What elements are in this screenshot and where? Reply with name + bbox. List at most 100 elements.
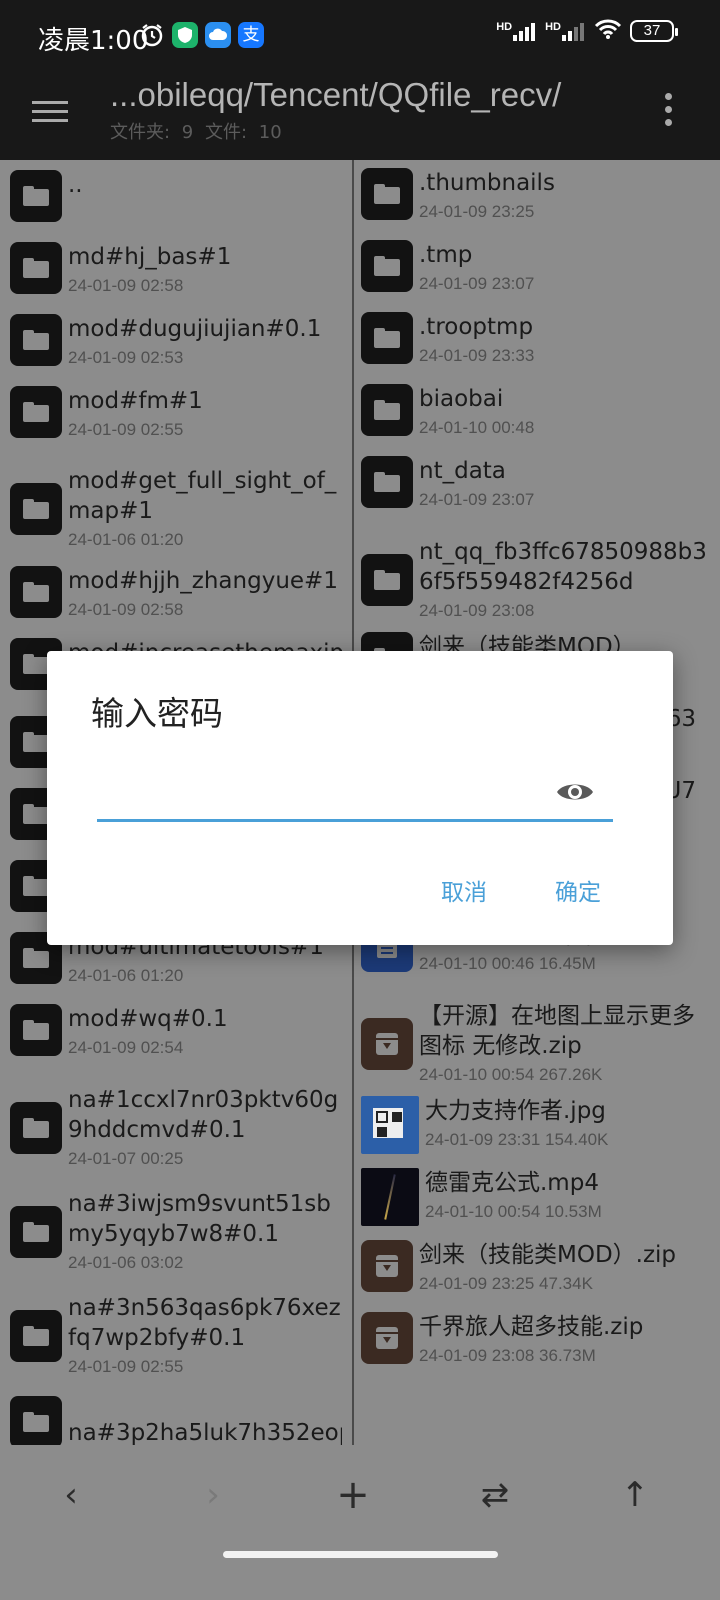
file-meta: 24-01-10 00:48 [419,418,535,437]
app-bar: ...obileqq/Tencent/QQfile_recv/ 文件夹: 9 文… [0,72,720,160]
file-row[interactable]: .trooptmp 24-01-09 23:33 [354,312,720,384]
file-meta: 24-01-09 02:58 [68,276,184,295]
file-row[interactable]: na#3p2ha5luk7h352eop8 [0,1388,352,1445]
file-name: mod#hjjh_zhangyue#1 [68,568,338,594]
folder-icon [361,312,413,364]
cloud-app-icon [205,22,231,48]
file-row[interactable]: nt_qq_fb3ffc67850988b36f5f559482f4256d 24… [354,528,720,632]
file-meta: 24-01-09 23:31 154.40K [425,1130,609,1149]
folder-file-count: 文件夹: 9 文件: 10 [110,118,282,144]
cancel-button[interactable]: 取消 [441,873,487,907]
file-name: biaobai [419,386,504,412]
folder-count: 文件夹: 9 [110,122,194,143]
archive-icon [361,1240,413,1292]
wifi-icon [594,18,622,43]
file-name: 德雷克公式.mp4 [425,1170,599,1196]
ok-button[interactable]: 确定 [555,873,601,907]
file-row[interactable]: .tmp 24-01-09 23:07 [354,240,720,312]
file-row[interactable]: .thumbnails 24-01-09 23:25 [354,168,720,240]
home-indicator[interactable] [223,1551,498,1558]
archive-icon [361,1018,413,1070]
signal-2-icon: HD [545,21,586,41]
folder-icon [10,386,62,438]
file-row[interactable]: 剑来（技能类MOD）.zip 24-01-09 23:25 47.34K [354,1240,720,1312]
file-row[interactable]: 大力支持作者.jpg 24-01-09 23:31 154.40K [354,1096,720,1168]
file-row[interactable]: mod#hjjh_zhangyue#1 24-01-09 02:58 [0,566,352,638]
file-meta: 24-01-10 00:54 267.26K [419,1065,603,1084]
password-dialog: 输入密码 取消 确定 [47,651,673,945]
folder-icon [10,1004,62,1056]
folder-icon [361,240,413,292]
file-row[interactable]: 【开源】在地图上显示更多图标 无修改.zip 24-01-10 00:54 267… [354,992,720,1096]
file-row[interactable]: mod#dugujiujian#0.1 24-01-09 02:53 [0,314,352,386]
file-row[interactable]: 德雷克公式.mp4 24-01-10 00:54 10.53M [354,1168,720,1240]
bottom-toolbar: ‹ › + ⇄ ↑ [0,1445,720,1600]
file-name: .thumbnails [419,170,555,196]
file-name: na#3p2ha5luk7h352eop8 [68,1420,342,1445]
file-row[interactable]: nt_data 24-01-09 23:07 [354,456,720,528]
up-icon[interactable]: ↑ [610,1475,660,1515]
file-name: 剑来（技能类MOD）.zip [419,1242,677,1268]
folder-icon [10,1396,62,1445]
status-bar: 凌晨1:00 支 HD HD 37 [0,0,720,72]
file-name: mod#get_full_sight_of_map#1 [68,468,337,524]
file-name: na#3iwjsm9svunt51sbmy5yqyb7w8#0.1 [68,1191,331,1247]
password-input[interactable] [97,771,613,822]
file-row[interactable]: na#3n563qas6pk76xezfq7wp2bfy#0.1 24-01-09… [0,1284,352,1388]
file-name: mod#dugujiujian#0.1 [68,316,322,342]
file-row[interactable]: mod#get_full_sight_of_map#1 24-01-06 01:2… [0,458,352,560]
folder-icon [10,566,62,618]
folder-icon [361,168,413,220]
file-row[interactable]: md#hj_bas#1 24-01-09 02:58 [0,242,352,314]
forward-icon[interactable]: › [188,1475,238,1515]
swap-icon[interactable]: ⇄ [470,1475,520,1515]
menu-icon[interactable] [32,95,68,131]
file-meta: 24-01-09 23:08 [419,601,535,620]
more-options-icon[interactable] [663,93,673,133]
file-meta: 24-01-09 02:58 [68,600,184,619]
file-name: .tmp [419,242,473,268]
file-meta: 24-01-06 01:20 [68,530,184,549]
file-name: nt_data [419,458,506,484]
file-name: md#hj_bas#1 [68,244,232,270]
folder-icon [361,384,413,436]
file-name: mod#fm#1 [68,388,203,414]
archive-icon [361,1312,413,1364]
file-row[interactable]: mod#wq#0.1 24-01-09 02:54 [0,1004,352,1076]
file-name: 大力支持作者.jpg [425,1098,606,1124]
shield-app-icon [172,22,198,48]
folder-icon [10,1206,62,1258]
file-meta: 24-01-09 02:55 [68,1357,184,1376]
file-row[interactable]: .. [0,170,352,232]
file-meta: 24-01-09 02:55 [68,420,184,439]
file-meta: 24-01-09 23:33 [419,346,535,365]
battery-icon: 37 [630,19,678,42]
file-meta: 24-01-09 23:25 47.34K [419,1274,593,1293]
file-meta: 24-01-09 02:54 [68,1038,184,1057]
folder-icon [10,242,62,294]
file-row[interactable]: biaobai 24-01-10 00:48 [354,384,720,456]
file-meta: 24-01-06 03:02 [68,1253,184,1272]
path-title: ...obileqq/Tencent/QQfile_recv/ [110,76,562,113]
file-row[interactable]: mod#fm#1 24-01-09 02:55 [0,386,352,458]
file-row[interactable]: na#3iwjsm9svunt51sbmy5yqyb7w8#0.1 24-01-0… [0,1180,352,1284]
folder-icon [361,456,413,508]
file-name: .. [68,172,83,198]
folder-icon [10,314,62,366]
file-meta: 24-01-10 00:46 16.45M [419,954,596,973]
file-count: 文件: 10 [204,122,282,143]
show-password-icon[interactable] [555,779,595,805]
file-meta: 24-01-10 00:54 10.53M [425,1202,602,1221]
image-thumbnail [361,1096,419,1154]
folder-icon [10,1102,62,1154]
file-name: na#3n563qas6pk76xezfq7wp2bfy#0.1 [68,1295,341,1351]
file-meta: 24-01-09 23:08 36.73M [419,1346,596,1365]
file-name: na#1ccxl7nr03pktv60g9hddcmvd#0.1 [68,1087,339,1143]
file-row[interactable]: 千界旅人超多技能.zip 24-01-09 23:08 36.73M [354,1312,720,1384]
add-icon[interactable]: + [328,1475,378,1515]
file-name: 【开源】在地图上显示更多图标 无修改.zip [419,1003,695,1059]
file-row[interactable]: na#1ccxl7nr03pktv60g9hddcmvd#0.1 24-01-07… [0,1076,352,1180]
file-name: mod#wq#0.1 [68,1006,228,1032]
back-icon[interactable]: ‹ [46,1475,96,1515]
dialog-title: 输入密码 [91,694,223,733]
